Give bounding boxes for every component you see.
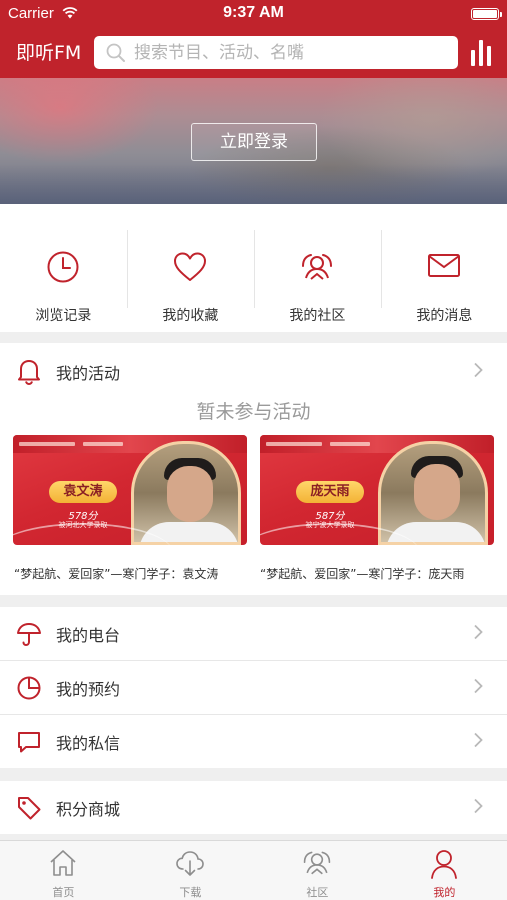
search-icon	[106, 43, 126, 67]
activity-card-caption: “梦起航、爱回家”—寒门学子：袁文涛	[14, 567, 219, 581]
community-icon	[254, 250, 381, 286]
home-icon	[0, 848, 127, 878]
cloud-download-icon	[127, 848, 254, 878]
playing-bars-icon[interactable]	[471, 40, 493, 66]
menu-item-label: 我的电台	[56, 626, 121, 645]
search-input[interactable]	[134, 36, 444, 69]
tag-icon	[16, 795, 42, 825]
community-icon	[254, 848, 381, 880]
menu-item-radio[interactable]: 我的电台	[0, 607, 507, 660]
menu-item-label: 我的私信	[56, 734, 121, 753]
menu-item-label: 积分商城	[56, 800, 121, 819]
status-time: 9:37 AM	[223, 4, 284, 21]
quick-item-label: 我的收藏	[162, 308, 219, 324]
tab-label: 首页	[52, 886, 75, 899]
battery-icon	[471, 8, 502, 20]
tab-label: 社区	[306, 886, 329, 899]
tab-label: 我的	[433, 886, 456, 899]
activity-empty-text: 暂未参与活动	[196, 401, 311, 423]
quick-item-history[interactable]: 浏览记录	[0, 204, 127, 332]
chat-bubble-icon	[16, 729, 42, 759]
quick-item-label: 浏览记录	[35, 308, 92, 324]
login-button[interactable]: 立即登录	[191, 123, 317, 161]
activity-card[interactable]: 袁文涛 578分 被河北大学录取	[13, 435, 247, 545]
umbrella-icon	[16, 621, 42, 651]
activity-card-caption: “梦起航、爱回家”—寒门学子：庞天雨	[260, 567, 465, 581]
envelope-icon	[381, 250, 507, 286]
tab-community[interactable]: 社区	[254, 841, 381, 900]
clock-icon	[0, 250, 127, 286]
profile-banner: 立即登录	[0, 78, 507, 204]
app-brand: 即听FM	[16, 42, 82, 64]
heart-icon	[127, 250, 254, 286]
quick-item-community[interactable]: 我的社区	[254, 204, 381, 332]
chevron-right-icon	[473, 678, 483, 698]
tab-download[interactable]: 下载	[127, 841, 254, 900]
tab-label: 下载	[179, 886, 202, 899]
activity-section: 我的活动 暂未参与活动 袁文涛 578分 被河北大学录取 “梦起航、爱回家”—寒…	[0, 343, 507, 595]
menu-item-label: 我的预约	[56, 680, 121, 699]
activity-title: 我的活动	[56, 364, 121, 383]
tab-bar: 首页 下载 社区 我的	[0, 840, 507, 900]
menu-item-reservations[interactable]: 我的预约	[0, 661, 507, 714]
student-name-badge: 袁文涛	[49, 481, 117, 503]
quick-item-favorites[interactable]: 我的收藏	[127, 204, 254, 332]
chevron-right-icon	[473, 624, 483, 644]
tab-mine[interactable]: 我的	[381, 841, 507, 900]
chevron-right-icon	[473, 732, 483, 752]
tab-home[interactable]: 首页	[0, 841, 127, 900]
person-icon	[381, 848, 507, 880]
status-bar: Carrier 9:37 AM	[0, 0, 507, 28]
quick-actions: 浏览记录 我的收藏 我的社区 我的消息	[0, 204, 507, 332]
menu-item-points-shop[interactable]: 积分商城	[0, 781, 507, 834]
student-name-badge: 庞天雨	[296, 481, 364, 503]
student-photo	[378, 441, 488, 545]
quick-item-label: 我的消息	[416, 308, 473, 324]
activity-card[interactable]: 庞天雨 587分 被宁波大学录取	[260, 435, 494, 545]
quick-item-messages[interactable]: 我的消息	[381, 204, 507, 332]
bell-icon	[16, 357, 42, 389]
chevron-right-icon	[473, 798, 483, 818]
pie-chart-icon	[16, 675, 42, 705]
menu-item-private-messages[interactable]: 我的私信	[0, 715, 507, 768]
student-photo	[131, 441, 241, 545]
chevron-right-icon	[473, 362, 483, 382]
search-box[interactable]	[94, 36, 458, 69]
menu-list: 我的电台 我的预约 我的私信	[0, 607, 507, 768]
top-bar: Carrier 9:37 AM 即听FM	[0, 0, 507, 78]
quick-item-label: 我的社区	[289, 308, 346, 324]
activity-header[interactable]: 我的活动	[0, 343, 507, 397]
